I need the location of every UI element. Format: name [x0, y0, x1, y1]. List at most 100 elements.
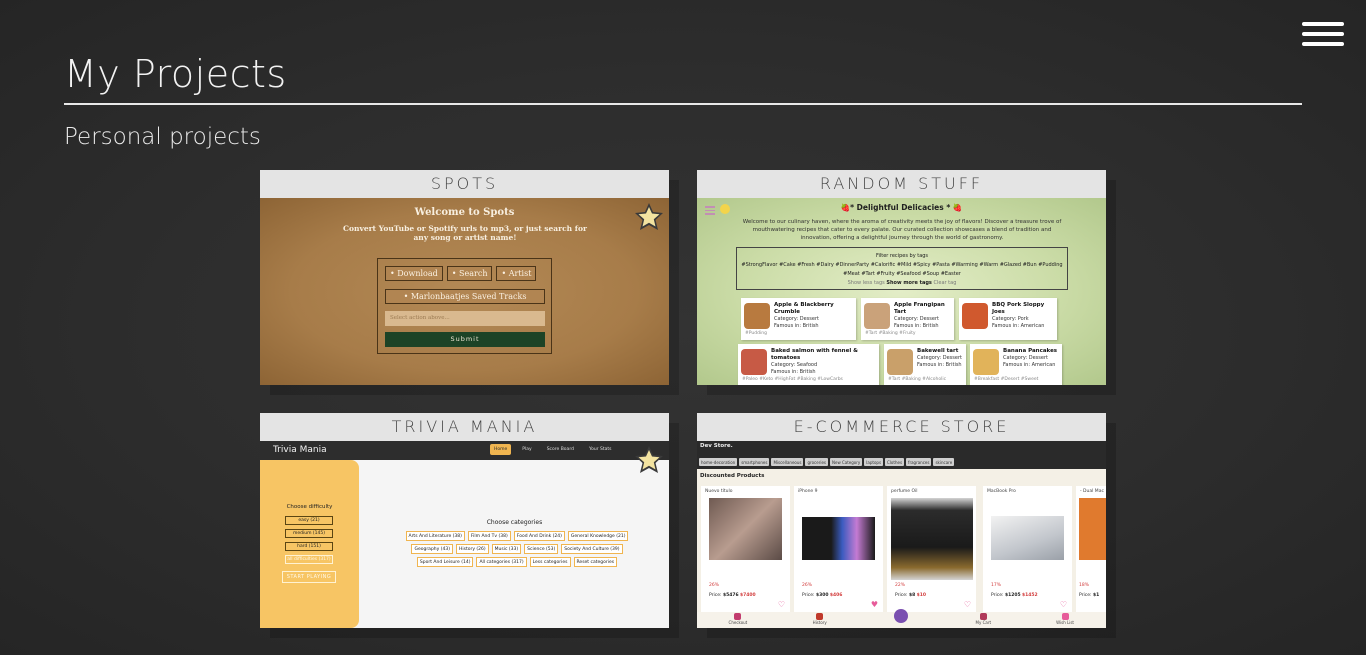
- category-tab: Clothes: [885, 458, 905, 466]
- card-title: TRIVIA MANIA: [260, 413, 669, 441]
- category-chip: Arts And Literature (38): [405, 531, 465, 541]
- recipe-name: Bakewell tart: [917, 348, 959, 354]
- product-discount: 18%: [1079, 583, 1090, 588]
- preview-search-button: • Search: [446, 266, 493, 281]
- card-preview-trivia-mania[interactable]: Trivia Mania Home Play Score Board Your …: [260, 441, 669, 628]
- recipe-card: BBQ Pork Sloppy Joes Category: Pork Famo…: [959, 298, 1057, 340]
- product-image: [802, 517, 875, 560]
- recipe-thumbnail: [864, 303, 890, 329]
- category-chip: Geography (43): [411, 544, 453, 554]
- card-preview-e-commerce-store[interactable]: Dev Store. home-decoration smartphones M…: [697, 441, 1106, 628]
- card-title: RANDOM STUFF: [697, 170, 1106, 198]
- recipe-category: Category: Pork: [992, 316, 1029, 322]
- section-title: Personal projects: [64, 124, 261, 150]
- page-title: My Projects: [64, 52, 287, 96]
- tag-list: #StrongFlavor #Cake #Fresh #Dairy #Dinne…: [741, 262, 1063, 268]
- recipe-origin: Famous in: British: [774, 323, 819, 329]
- card-preview-spots[interactable]: Welcome to Spots Convert YouTube or Spot…: [260, 198, 669, 385]
- less-categories-button: Less categories: [529, 557, 571, 567]
- recipe-origin: Famous in: British: [917, 362, 962, 368]
- category-list: Arts And Literature (38) Film And Tv (38…: [387, 531, 647, 567]
- nav-wish-list: Wish List: [1045, 613, 1085, 628]
- product-discount: 26%: [709, 583, 720, 588]
- product-name: perfume Oil: [891, 489, 918, 494]
- card-title: E-COMMERCE STORE: [697, 413, 1106, 441]
- project-card-e-commerce-store[interactable]: E-COMMERCE STORE Dev Store. home-decorat…: [697, 413, 1106, 628]
- recipe-thumbnail: [962, 303, 988, 329]
- filter-title: Filter recipes by tags: [875, 253, 929, 259]
- project-card-random-stuff[interactable]: RANDOM STUFF 🍓* Delightful Delicacies * …: [697, 170, 1106, 385]
- product-name: - Dual Mac: [1080, 489, 1104, 494]
- preview-subtitle: Convert YouTube or Spotify urls to mp3, …: [343, 224, 587, 242]
- recipe-category: Category: Dessert: [1003, 355, 1048, 361]
- recipe-thumbnail: [887, 349, 913, 375]
- hamburger-menu-icon[interactable]: [1302, 22, 1344, 48]
- product-price: Price: $300 $406: [802, 593, 843, 598]
- star-icon[interactable]: [634, 445, 664, 475]
- product-image: [891, 498, 973, 580]
- category-tab: fragrances: [906, 458, 932, 466]
- recipe-card: Apple Frangipan Tart Category: Dessert F…: [861, 298, 954, 340]
- preview-download-button: • Download: [385, 266, 443, 281]
- difficulty-option: hard (151): [285, 542, 333, 551]
- strawberry-icon: 🍓*: [840, 203, 855, 212]
- difficulty-option: easy (21): [285, 516, 333, 525]
- category-chip: Society And Culture (39): [561, 544, 623, 554]
- category-chip: Music (33): [491, 544, 522, 554]
- product-price: Price: $5476 $7400: [709, 593, 756, 598]
- product-price: Price: $1205 $1452: [991, 593, 1038, 598]
- recipe-origin: Famous in: British: [894, 323, 939, 329]
- recipe-name: Baked salmon with fennel & tomatoes: [771, 348, 858, 361]
- product-price: Price: $1: [1079, 593, 1100, 598]
- product-discount: 17%: [991, 583, 1002, 588]
- recipe-origin: Famous in: American: [992, 323, 1045, 329]
- category-tab: laptops: [864, 458, 884, 466]
- product-image: [991, 516, 1064, 560]
- product-image: [709, 498, 782, 560]
- start-playing-button: START PLAYING: [282, 571, 336, 583]
- nav-history: History: [800, 613, 840, 628]
- category-tab: smartphones: [739, 458, 770, 466]
- recipe-name: Apple Frangipan Tart: [894, 302, 945, 315]
- clear-tag: Clear tag: [933, 280, 957, 286]
- preview-submit-button: Submit: [385, 332, 545, 347]
- recipe-tags: #Pudding: [745, 331, 767, 336]
- category-chip: General Knowledge (21): [567, 531, 629, 541]
- product-name: Nuevo título: [705, 489, 733, 494]
- preview-artist-button: • Artist: [496, 266, 537, 281]
- discounted-products-heading: Discounted Products: [700, 473, 765, 479]
- project-card-spots[interactable]: SPOTS Welcome to Spots Convert YouTube o…: [260, 170, 669, 385]
- star-icon[interactable]: [634, 202, 664, 232]
- recipe-category: Category: Dessert: [894, 316, 939, 322]
- category-tab: home-decoration: [699, 458, 738, 466]
- nav-score-board: Score Board: [546, 447, 574, 452]
- recipe-name: BBQ Pork Sloppy Joes: [992, 302, 1045, 315]
- recipe-card: Baked salmon with fennel & tomatoes Cate…: [738, 344, 879, 385]
- recipe-card: Apple & Blackberry Crumble Category: Des…: [741, 298, 856, 340]
- nav-play: Play: [522, 447, 532, 452]
- preview-title: 🍓* Delightful Delicacies * 🍓: [697, 203, 1106, 212]
- category-chip: Film And Tv (38): [467, 531, 511, 541]
- category-chip: Sport And Leisure (14): [416, 557, 474, 567]
- preview-brand: Trivia Mania: [273, 445, 327, 455]
- recipe-card: Bakewell tart Category: Dessert Famous i…: [884, 344, 966, 385]
- heart-icon: ♡: [963, 600, 971, 609]
- heart-icon: ♥: [870, 600, 878, 609]
- recipe-name: Apple & Blackberry Crumble: [774, 302, 834, 315]
- product-card: perfume Oil 22% Price: $8 $10 ♡: [887, 486, 976, 612]
- heart-icon: ♡: [777, 600, 785, 609]
- nav-my-cart: My Cart: [963, 613, 1003, 628]
- recipe-thumbnail: [744, 303, 770, 329]
- reset-categories-button: Reset categories: [573, 557, 618, 567]
- preview-brand: Dev Store.: [700, 443, 733, 449]
- category-tab: New Category: [830, 458, 863, 466]
- preview-title-text: Delightful Delicacies: [856, 203, 944, 212]
- recipe-category: Category: Dessert: [917, 355, 962, 361]
- recipe-thumbnail: [973, 349, 999, 375]
- nav-your-stats: Your Stats: [588, 447, 612, 452]
- difficulty-option: all difficulties (317): [285, 555, 333, 564]
- product-card: Nuevo título 26% Price: $5476 $7400 ♡: [701, 486, 790, 612]
- project-card-trivia-mania[interactable]: TRIVIA MANIA Trivia Mania Home Play Scor…: [260, 413, 669, 628]
- card-preview-random-stuff[interactable]: 🍓* Delightful Delicacies * 🍓 Welcome to …: [697, 198, 1106, 385]
- show-more-tags: Show more tags: [886, 280, 932, 286]
